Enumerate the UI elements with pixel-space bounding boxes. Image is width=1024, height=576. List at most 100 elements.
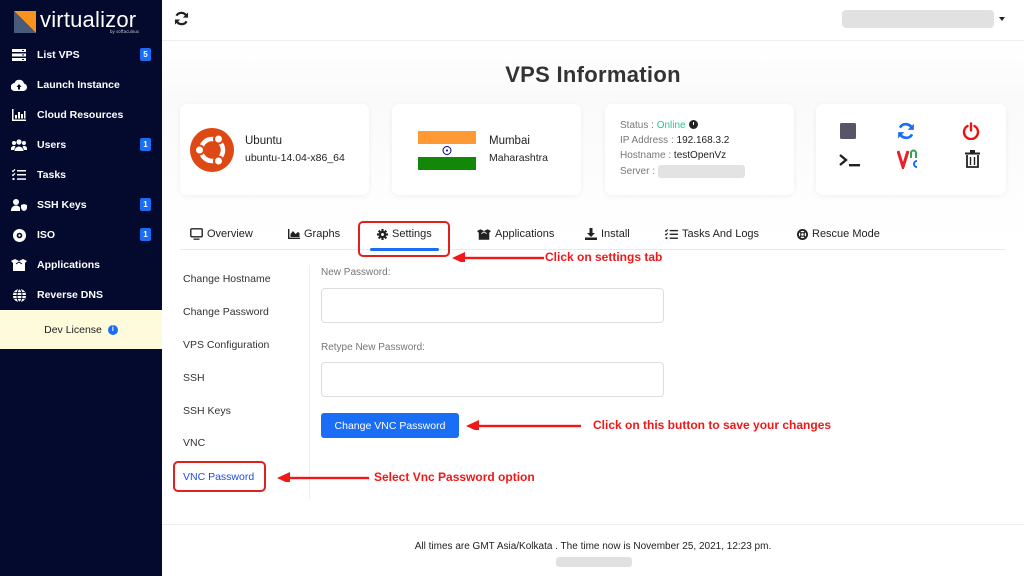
settings-item-vps-configuration[interactable]: VPS Configuration [183,339,269,351]
footer-redacted [556,557,632,567]
hostname-label: Hostname : [620,150,674,161]
tab-rescue-mode[interactable]: Rescue Mode [797,221,880,247]
box-open-icon [477,228,491,240]
arrow-left-icon [466,420,581,430]
tab-label: Rescue Mode [812,228,880,240]
actions-card [816,104,1006,195]
cloud-upload-icon [11,78,27,92]
sidebar-item-label: Users [37,139,67,151]
monitor-icon [190,228,203,240]
count-badge: 5 [140,48,151,61]
sidebar-item-label: SSH Keys [37,199,87,211]
ip-value: 192.168.3.2 [676,135,730,146]
footer-time: All times are GMT Asia/Kolkata . The tim… [414,541,772,552]
sidebar-item-cloud-resources[interactable]: Cloud Resources [0,100,162,130]
count-badge: 1 [140,198,151,211]
settings-item-change-password[interactable]: Change Password [183,306,269,318]
restart-button[interactable] [894,122,918,144]
sidebar-item-ssh-keys[interactable]: SSH Keys 1 [0,190,162,220]
annotation-save-button: Click on this button to save your change… [593,418,832,432]
sidebar-item-label: Cloud Resources [37,109,124,121]
tab-graphs[interactable]: Graphs [288,221,340,247]
user-menu-button[interactable] [842,10,994,28]
tab-tasks-and-logs[interactable]: Tasks And Logs [665,221,759,247]
tab-label: Install [601,228,630,240]
new-password-label: New Password: [321,267,391,278]
sidebar-item-label: Launch Instance [37,79,120,91]
sidebar-item-list-vps[interactable]: List VPS 5 [0,40,162,70]
india-flag-icon [418,131,476,170]
status-value: Online [656,120,686,131]
server-row: Server : [620,165,745,178]
arrow-left-icon [277,472,369,482]
location-city: Mumbai [489,135,530,147]
tab-install[interactable]: Install [585,221,630,247]
location-region: Maharashtra [489,152,548,164]
retype-password-input[interactable] [321,362,664,397]
tab-applications[interactable]: Applications [477,221,554,247]
change-vnc-password-button[interactable]: Change VNC Password [321,413,459,438]
info-icon[interactable]: i [107,324,118,335]
sidebar-item-label: Reverse DNS [37,289,103,301]
box-open-icon [11,258,27,272]
users-icon [11,138,27,152]
annotation-settings-tab: Click on settings tab [545,250,663,264]
delete-button[interactable] [960,150,984,172]
sidebar-item-label: Tasks [37,169,66,181]
vps-tabs: Overview Graphs Settings Applications In… [180,221,1006,251]
sync-icon [897,122,915,144]
ip-label: IP Address : [620,135,677,146]
vnc-password-highlight [173,461,266,492]
sidebar-item-launch-instance[interactable]: Launch Instance [0,70,162,100]
sidebar-item-applications[interactable]: Applications [0,250,162,280]
tab-label: Applications [495,228,555,240]
sidebar-item-tasks[interactable]: Tasks [0,160,162,190]
sidebar-item-label: List VPS [37,49,80,61]
sidebar-item-reverse-dns[interactable]: Reverse DNS [0,280,162,310]
app-root: virtualizor by softaculous List VPS 5 La… [0,0,1024,576]
os-card: Ubuntu ubuntu-14.04-x86_64 [180,104,369,195]
settings-item-ssh[interactable]: SSH [183,372,205,384]
license-banner[interactable]: Dev License i [0,310,162,349]
sidebar-item-label: Applications [37,259,101,271]
annotation-vnc-option: Select Vnc Password option [374,470,535,484]
refresh-icon[interactable] [174,11,190,27]
page-title: VPS Information [505,62,681,87]
area-chart-icon [288,229,300,239]
bar-chart-icon [11,108,27,122]
vnc-icon [896,149,919,173]
status-card: Status : Online IP Address : 192.168.3.2… [605,104,794,195]
tab-label: Graphs [304,228,341,240]
tasks-list-icon [11,168,27,182]
trash-icon [964,150,980,172]
settings-item-change-hostname[interactable]: Change Hostname [183,273,271,285]
power-icon [962,122,980,144]
tab-overview[interactable]: Overview [190,221,253,247]
console-button[interactable] [838,150,862,172]
os-version: ubuntu-14.04-x86_64 [245,152,345,164]
settings-item-vnc[interactable]: VNC [183,437,205,449]
new-password-input[interactable] [321,288,664,323]
stop-button[interactable] [836,122,860,144]
sidebar-item-iso[interactable]: ISO 1 [0,220,162,250]
main-content: VPS Information Ubuntu ubuntu-14.04-x86_… [162,41,1024,576]
tasks-list-icon [665,228,678,239]
settings-item-ssh-keys[interactable]: SSH Keys [183,405,231,417]
footer-divider [162,524,1024,525]
retype-password-label: Retype New Password: [321,342,425,353]
ubuntu-logo-icon [190,128,234,172]
os-name: Ubuntu [245,135,283,147]
sidebar-item-users[interactable]: Users 1 [0,130,162,160]
clock-icon [688,120,698,129]
power-off-button[interactable] [959,122,983,144]
server-value-redacted [657,165,745,178]
tab-label: Overview [207,228,253,240]
disc-icon [11,228,27,242]
location-card: Mumbai Maharashtra [392,104,581,195]
caret-down-icon[interactable] [999,17,1005,21]
hostname-value: testOpenVz [673,150,727,161]
license-label: Dev License [44,323,102,336]
virtualizor-logo-icon [14,11,36,33]
sidebar-item-label: ISO [37,229,56,241]
vnc-button[interactable] [896,149,920,173]
